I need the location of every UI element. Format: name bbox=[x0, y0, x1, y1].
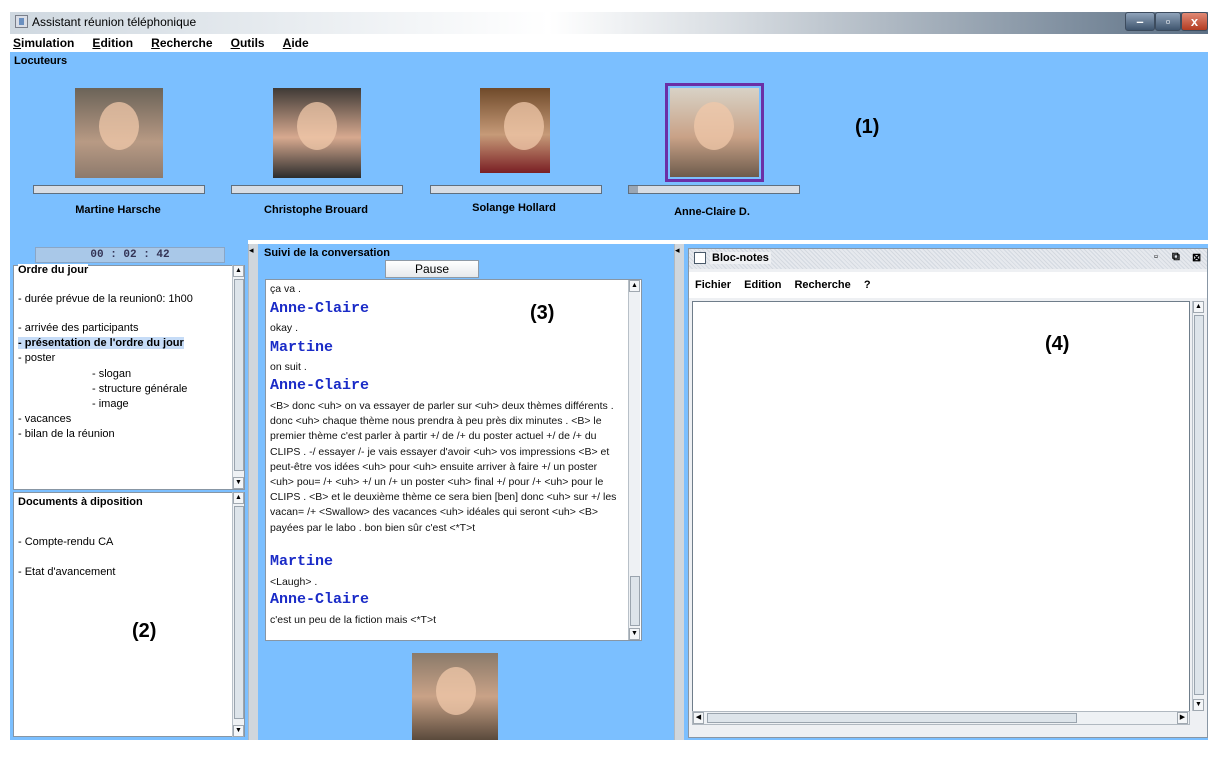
notepad-menu-recherche[interactable]: Recherche bbox=[794, 272, 850, 298]
scroll-thumb[interactable] bbox=[707, 713, 1077, 723]
speaker-name-christophe: Christophe Brouard bbox=[264, 204, 368, 216]
speaker-name-anne-claire: Anne-Claire D. bbox=[674, 206, 750, 218]
agenda-item[interactable]: - durée prévue de la reunion0: 1h00 bbox=[18, 293, 193, 305]
menu-recherche[interactable]: Recherche bbox=[148, 34, 212, 52]
menu-bar: Simulation Edition Recherche Outils Aide bbox=[10, 34, 1208, 52]
agenda-item[interactable]: - vacances bbox=[18, 413, 71, 425]
menu-edition[interactable]: Edition bbox=[89, 34, 133, 52]
transcript-text: okay . bbox=[270, 322, 299, 334]
notepad-detach-icon[interactable]: ⧉ bbox=[1172, 251, 1180, 264]
agenda-subitem[interactable]: - image bbox=[92, 398, 129, 410]
speaker-name-martine: Martine Harsche bbox=[75, 204, 161, 216]
speaker-level-meter-anne-claire bbox=[628, 185, 800, 194]
agenda-item-selected[interactable]: - présentation de l'ordre du jour bbox=[18, 337, 184, 349]
window-title: Assistant réunion téléphonique bbox=[32, 15, 197, 29]
notepad-minimize-icon[interactable]: ▫ bbox=[1154, 251, 1158, 263]
scroll-thumb[interactable] bbox=[1194, 315, 1204, 695]
notepad-window-icon bbox=[694, 252, 706, 264]
scroll-up-icon[interactable]: ▲ bbox=[233, 492, 244, 504]
speaker-photo-martine[interactable] bbox=[75, 88, 163, 178]
speaker-name-solange: Solange Hollard bbox=[472, 202, 556, 214]
scroll-left-icon[interactable]: ◀ bbox=[693, 712, 704, 724]
current-speaker-photo bbox=[412, 653, 498, 740]
scroll-down-icon[interactable]: ▼ bbox=[1193, 699, 1204, 711]
menu-outils[interactable]: Outils bbox=[228, 34, 265, 52]
minimize-button[interactable]: – bbox=[1125, 12, 1155, 31]
annotation-label-4: (4) bbox=[1045, 333, 1070, 355]
transcript-text: <Laugh> . bbox=[270, 576, 318, 588]
documents-box bbox=[13, 492, 245, 737]
scroll-thumb[interactable] bbox=[234, 279, 244, 471]
agenda-subitem[interactable]: - slogan bbox=[92, 368, 131, 380]
transcript-text: <B> donc <uh> on va essayer de parler su… bbox=[270, 400, 617, 534]
menu-simulation[interactable]: Simulation bbox=[10, 34, 74, 52]
right-splitter[interactable] bbox=[674, 244, 684, 740]
agenda-item[interactable]: - poster bbox=[18, 352, 55, 364]
notepad-menu-edition[interactable]: Edition bbox=[744, 272, 781, 298]
conversation-transcript: ça va . Anne-Claire okay . Martine on su… bbox=[265, 279, 642, 641]
annotation-label-2: (2) bbox=[132, 620, 157, 642]
app-icon bbox=[15, 15, 28, 28]
notepad-menu-fichier[interactable]: Fichier bbox=[695, 272, 731, 298]
notepad-vertical-scrollbar[interactable]: ▲ ▼ bbox=[1192, 301, 1204, 711]
transcript-text: on suit . bbox=[270, 361, 307, 373]
speaker-level-meter-solange bbox=[430, 185, 602, 194]
annotation-label-1: (1) bbox=[855, 116, 880, 138]
scroll-up-icon[interactable]: ▲ bbox=[1193, 301, 1204, 313]
scroll-thumb[interactable] bbox=[630, 576, 640, 626]
speaker-photo-christophe[interactable] bbox=[273, 88, 361, 178]
transcript-scrollbar[interactable]: ▲ ▼ bbox=[628, 280, 640, 640]
document-item[interactable]: - Etat d'avancement bbox=[18, 566, 116, 578]
collapse-left-icon[interactable]: ◂ bbox=[249, 245, 254, 256]
scroll-thumb[interactable] bbox=[234, 506, 244, 719]
speakers-label: Locuteurs bbox=[14, 55, 68, 67]
agenda-title: Ordre du jour bbox=[18, 264, 89, 276]
transcript-text: ça va . bbox=[270, 283, 301, 295]
transcript-speaker: Martine bbox=[270, 339, 334, 356]
menu-aide[interactable]: Aide bbox=[280, 34, 309, 52]
maximize-button[interactable]: ▫ bbox=[1155, 12, 1181, 31]
scroll-down-icon[interactable]: ▼ bbox=[629, 628, 640, 640]
notepad-close-icon[interactable]: ⊠ bbox=[1192, 251, 1201, 264]
status-strip bbox=[0, 740, 1208, 763]
notepad-menu-help[interactable]: ? bbox=[864, 272, 871, 298]
speaker-level-meter-martine bbox=[33, 185, 205, 194]
close-button[interactable]: x bbox=[1181, 12, 1208, 31]
agenda-subitem[interactable]: - structure générale bbox=[92, 383, 187, 395]
agenda-item[interactable]: - bilan de la réunion bbox=[18, 428, 115, 440]
transcript-speaker: Anne-Claire bbox=[270, 591, 370, 608]
scroll-right-icon[interactable]: ▶ bbox=[1177, 712, 1188, 724]
notepad-menu-bar: Fichier Edition Recherche ? bbox=[689, 272, 1207, 298]
documents-scrollbar[interactable]: ▲ ▼ bbox=[232, 492, 244, 737]
transcript-speaker: Martine bbox=[270, 553, 334, 570]
left-splitter[interactable] bbox=[248, 244, 258, 740]
conversation-title: Suivi de la conversation bbox=[264, 247, 390, 259]
scroll-up-icon[interactable]: ▲ bbox=[629, 280, 640, 292]
meeting-timer: 00 : 02 : 42 bbox=[35, 247, 225, 263]
scroll-up-icon[interactable]: ▲ bbox=[233, 265, 244, 277]
transcript-speaker: Anne-Claire bbox=[270, 300, 370, 317]
speaker-level-meter-christophe bbox=[231, 185, 403, 194]
documents-title: Documents à diposition bbox=[18, 496, 143, 508]
scroll-down-icon[interactable]: ▼ bbox=[233, 725, 244, 737]
agenda-scrollbar[interactable]: ▲ ▼ bbox=[232, 265, 244, 489]
transcript-speaker: Anne-Claire bbox=[270, 377, 370, 394]
document-item[interactable]: - Compte-rendu CA bbox=[18, 536, 113, 548]
annotation-label-3: (3) bbox=[530, 302, 555, 324]
notepad-text-area[interactable] bbox=[692, 301, 1190, 713]
scroll-down-icon[interactable]: ▼ bbox=[233, 477, 244, 489]
speaker-photo-anne-claire[interactable] bbox=[670, 88, 759, 177]
pause-button[interactable]: Pause bbox=[385, 260, 479, 278]
speaker-photo-solange[interactable] bbox=[480, 88, 550, 173]
agenda-item[interactable]: - arrivée des participants bbox=[18, 322, 138, 334]
transcript-text: c'est un peu de la fiction mais <*T>t bbox=[270, 614, 437, 626]
notepad-title: Bloc-notes bbox=[710, 252, 771, 264]
collapse-left-icon[interactable]: ◂ bbox=[675, 245, 680, 256]
notepad-horizontal-scrollbar[interactable]: ◀ ▶ bbox=[692, 711, 1190, 725]
